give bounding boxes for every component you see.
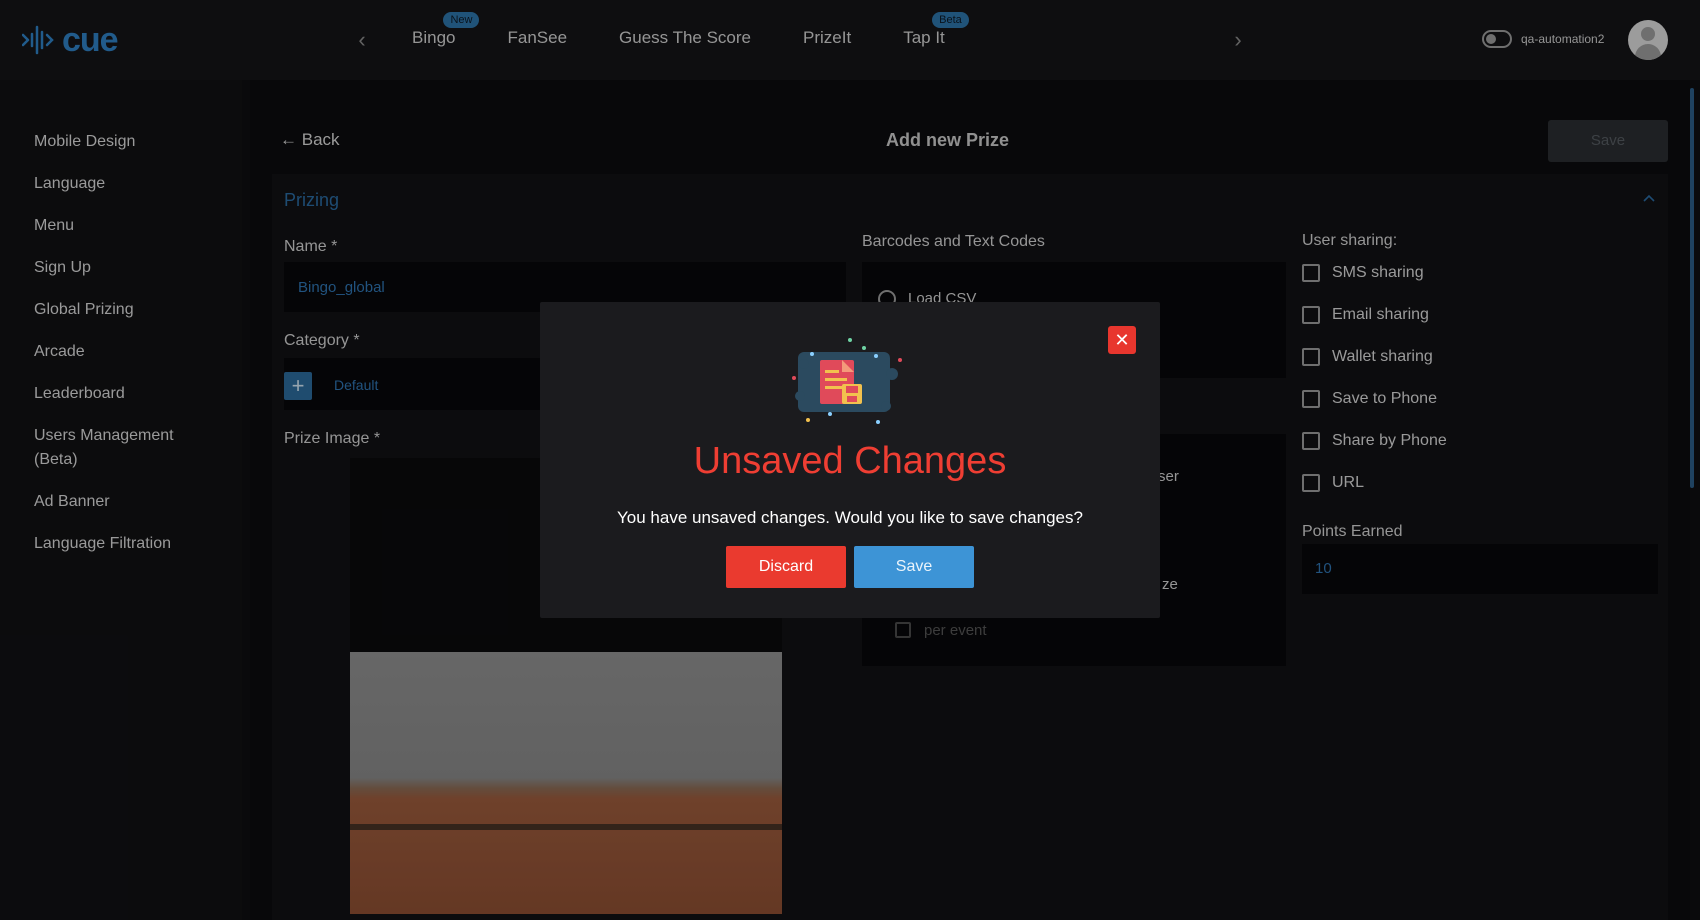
close-icon[interactable]: ✕ xyxy=(1108,326,1136,354)
modal-save-button[interactable]: Save xyxy=(854,546,974,588)
unsaved-document-icon xyxy=(792,338,902,424)
modal-title: Unsaved Changes xyxy=(693,440,1007,482)
discard-button[interactable]: Discard xyxy=(726,546,846,588)
modal-message: You have unsaved changes. Would you like… xyxy=(617,508,1083,527)
